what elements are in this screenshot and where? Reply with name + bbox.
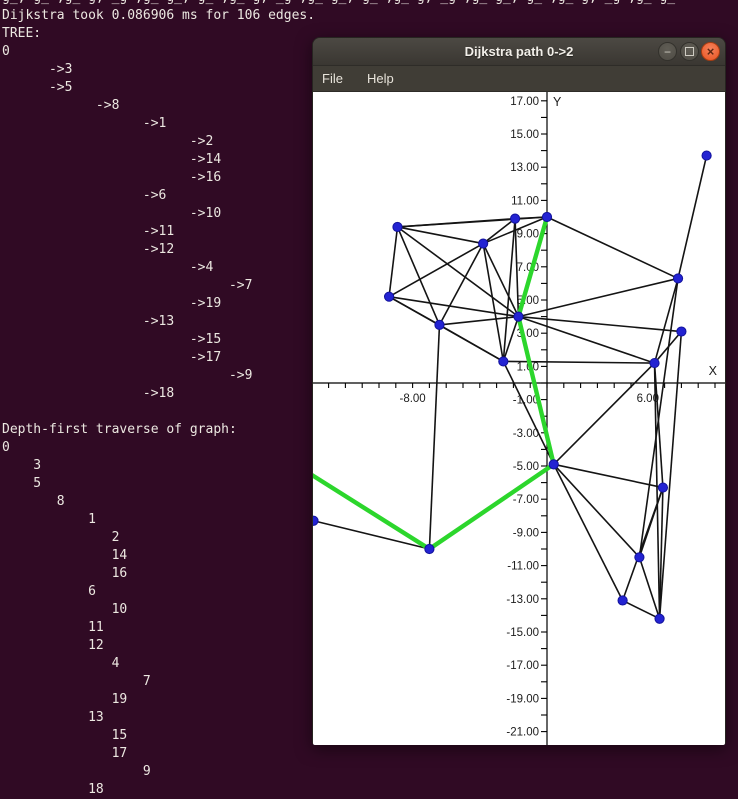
graph-edge [389,227,397,297]
y-tick-label: 13.00 [510,162,539,174]
graph-node [673,274,682,283]
menu-file[interactable]: File [322,71,343,86]
y-tick-label: -17.00 [506,660,539,672]
maximize-button[interactable] [680,42,699,61]
graph-edge [397,227,518,317]
graph-node [499,357,508,366]
graph-edge [483,244,518,317]
graph-edge [518,278,678,316]
graph-node [702,151,711,160]
graph-edge [554,464,623,600]
graph-edge [483,219,515,244]
graph-node [549,460,558,469]
graph-edge [313,521,429,549]
y-tick-label: -21.00 [506,727,539,739]
graph-node [542,212,551,221]
graph-node [435,320,444,329]
close-button[interactable]: × [701,42,720,61]
y-tick-label: 11.00 [511,195,539,207]
window-controls: − × [658,42,720,61]
graph-edge [503,361,553,464]
graph-edge [518,317,681,332]
graph-node [658,483,667,492]
window-titlebar[interactable]: Dijkstra path 0->2 − × [313,38,725,66]
y-tick-label: 17.00 [510,96,539,108]
y-tick-label: -1.00 [513,395,539,407]
graph-node [635,553,644,562]
graph-edge [397,227,483,244]
y-tick-label: -13.00 [506,594,539,606]
graph-node [313,516,318,525]
y-axis-title: Y [553,95,562,109]
y-tick-label: -11.00 [507,561,539,573]
graph-plot: 17.0015.0013.0011.009.007.005.003.001.00… [313,92,725,745]
graph-node [650,358,659,367]
x-axis-title: X [709,364,718,378]
graph-node [514,312,523,321]
y-tick-label: -9.00 [513,527,539,539]
y-tick-label: -3.00 [513,428,539,440]
graph-node [677,327,686,336]
minimize-button[interactable]: − [658,42,677,61]
graph-edge [554,464,640,557]
graph-edge [554,464,663,487]
graph-node [393,222,402,231]
graph-node [384,292,393,301]
x-tick-label: -8.00 [399,393,425,405]
y-tick-label: 15.00 [510,129,539,141]
graph-edge [439,325,503,362]
y-tick-label: -7.00 [513,494,539,506]
graph-edge [678,156,707,279]
y-tick-label: 9.00 [517,229,539,241]
y-tick-label: -15.00 [506,627,539,639]
graph-plot-area[interactable]: 17.0015.0013.0011.009.007.005.003.001.00… [313,92,725,745]
graph-node [655,614,664,623]
window-title: Dijkstra path 0->2 [465,44,574,59]
plot-window: Dijkstra path 0->2 − × File Help 17.00 15… [312,37,726,745]
graph-node [510,214,519,223]
desktop: { "terminal": { "top_line_clipped_fragme… [0,0,738,791]
menu-bar: File Help [313,66,725,92]
graph-edge [429,325,439,549]
graph-edge [623,488,663,601]
graph-node [618,596,627,605]
graph-node [425,544,434,553]
graph-edge [547,217,678,278]
graph-node [479,239,488,248]
menu-help[interactable]: Help [367,71,394,86]
y-tick-label: -19.00 [506,693,539,705]
y-tick-label: -5.00 [513,461,539,473]
maximize-icon [685,47,694,56]
graph-edge [554,363,655,464]
